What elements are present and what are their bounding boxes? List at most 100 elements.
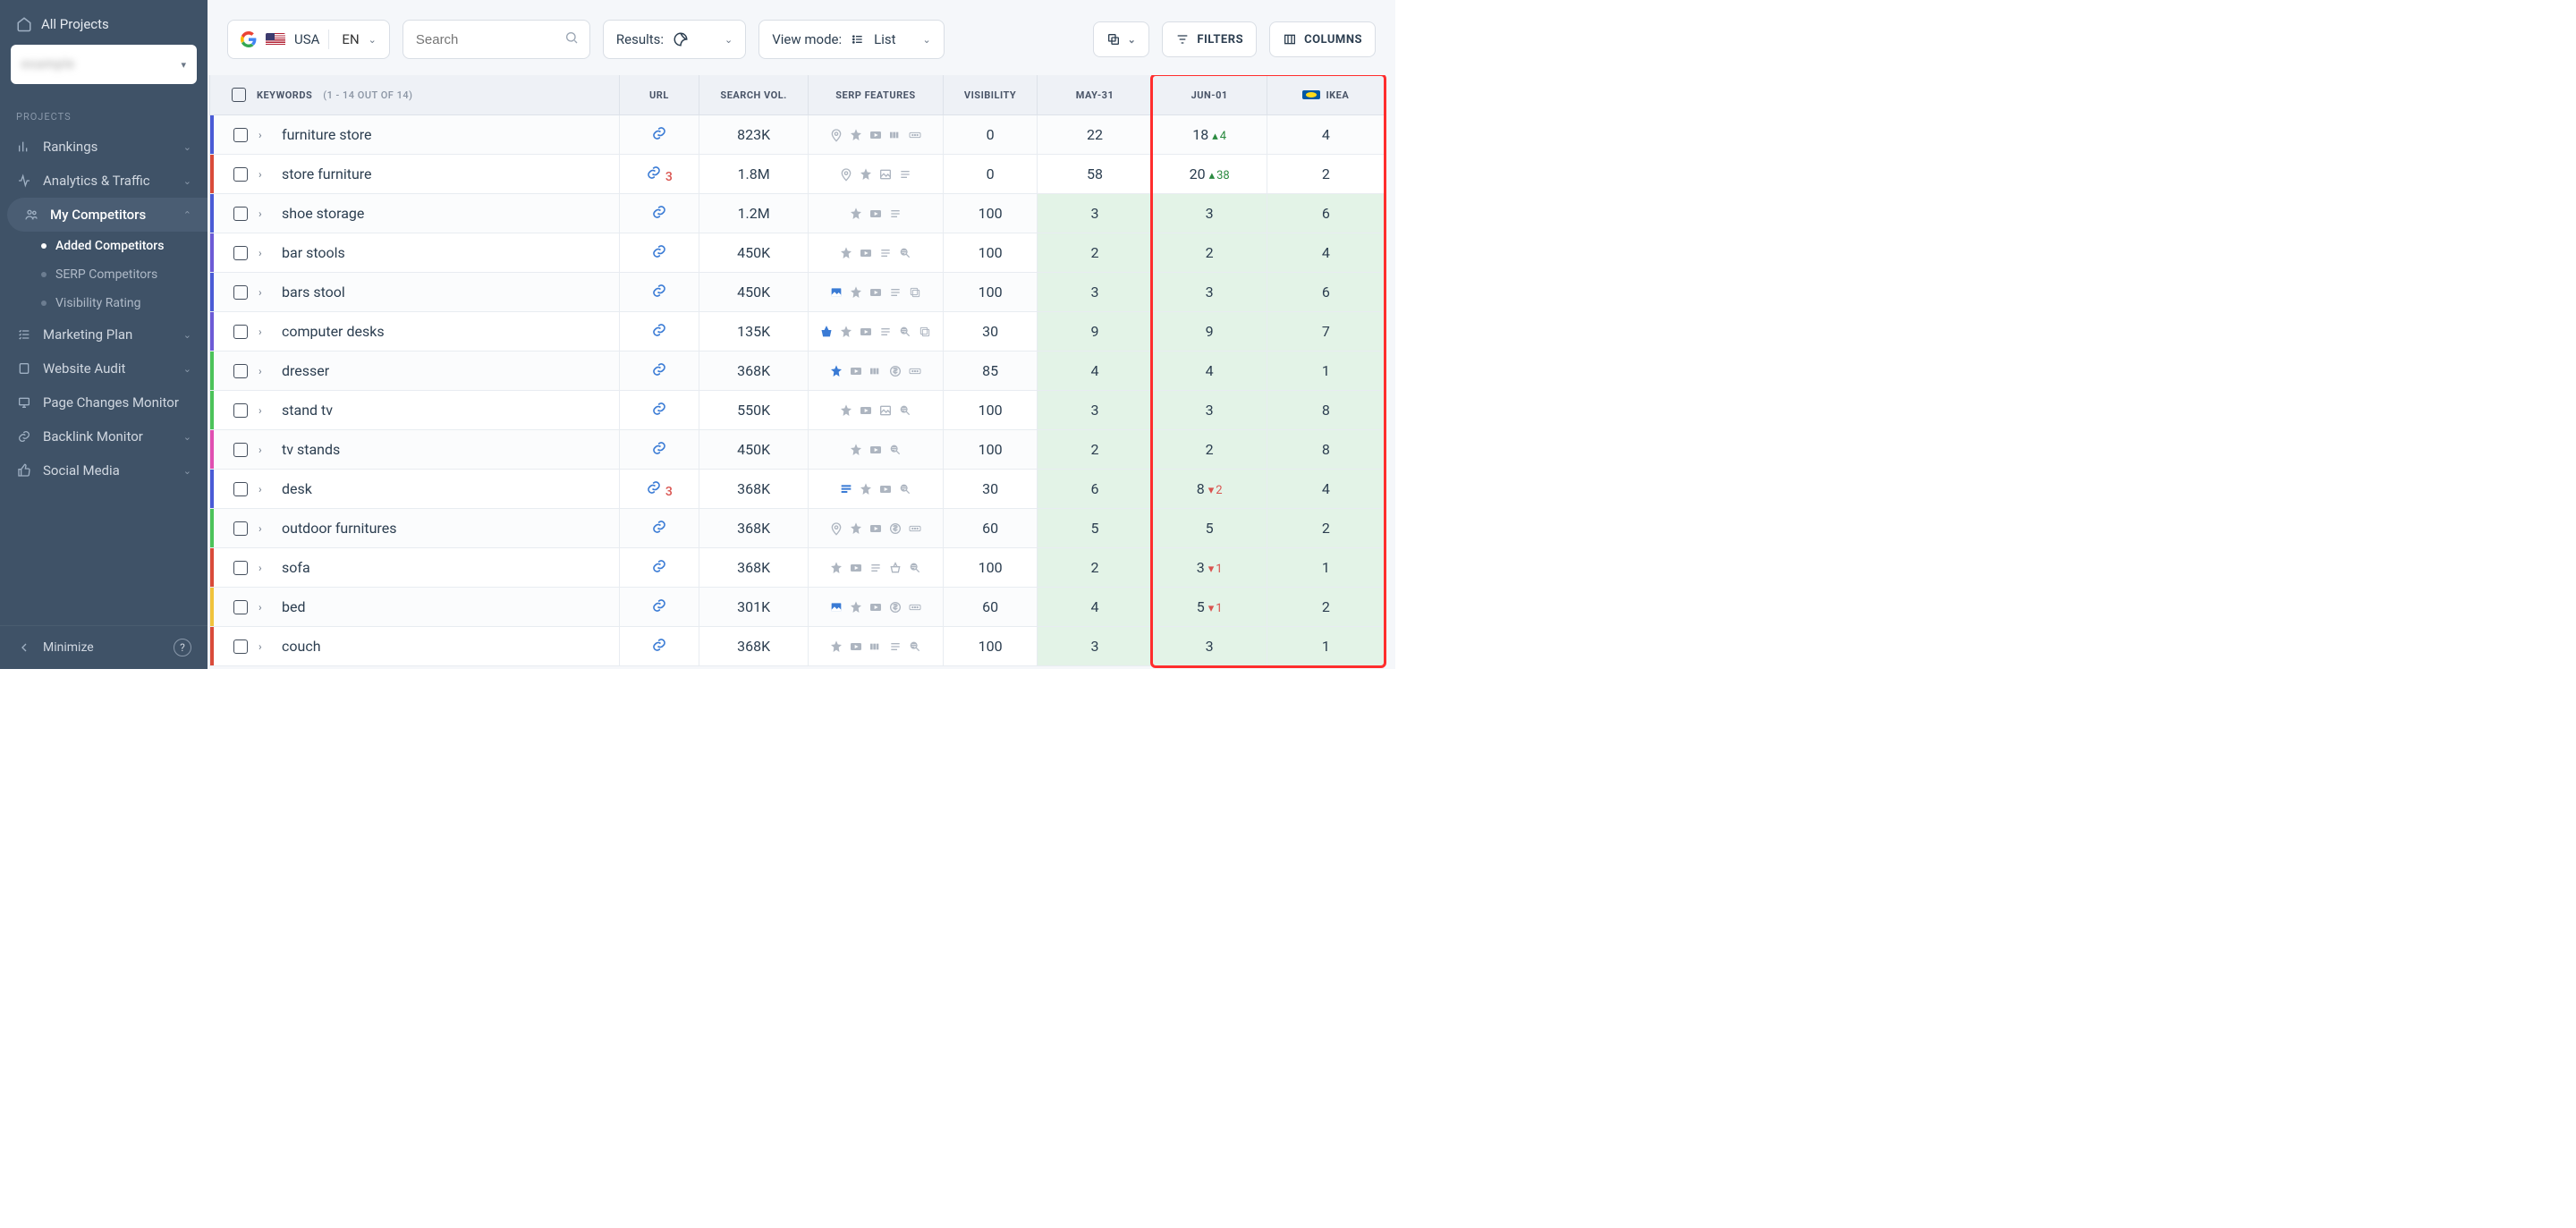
th-visibility[interactable]: VISIBILITY xyxy=(943,75,1038,115)
url-link-icon[interactable] xyxy=(651,401,667,417)
select-all-checkbox[interactable] xyxy=(232,88,246,102)
list-icon xyxy=(851,32,865,47)
sub-visibility-rating[interactable]: Visibility Rating xyxy=(27,289,208,318)
url-link-icon[interactable] xyxy=(646,479,662,495)
url-link-icon[interactable] xyxy=(651,125,667,141)
url-link-icon[interactable] xyxy=(651,440,667,456)
row-checkbox[interactable] xyxy=(233,639,248,654)
row-checkbox[interactable] xyxy=(233,482,248,496)
row-checkbox[interactable] xyxy=(233,403,248,418)
filter-icon xyxy=(1175,32,1190,47)
expand-icon[interactable]: › xyxy=(258,207,271,220)
search-input[interactable] xyxy=(416,21,577,58)
expand-icon[interactable]: › xyxy=(258,286,271,299)
row-checkbox[interactable] xyxy=(233,285,248,300)
row-checkbox[interactable] xyxy=(233,600,248,614)
competitor-rank: 4 xyxy=(1267,233,1385,273)
url-link-icon[interactable] xyxy=(651,243,667,259)
arrow-left-icon[interactable] xyxy=(16,639,32,656)
visibility: 60 xyxy=(943,509,1038,548)
th-url[interactable]: URL xyxy=(619,75,699,115)
featured-blue-icon xyxy=(839,482,853,496)
nav-page-changes[interactable]: Page Changes Monitor xyxy=(0,385,208,419)
chevron-down-icon: ⌄ xyxy=(183,141,191,153)
viewmode-dropdown[interactable]: View mode: List ⌄ xyxy=(758,20,945,59)
keyword-text: desk xyxy=(282,480,312,497)
help-icon[interactable]: ? xyxy=(174,639,191,656)
nav-rankings[interactable]: Rankings ⌄ xyxy=(0,130,208,164)
nav-marketing-plan[interactable]: Marketing Plan ⌄ xyxy=(0,318,208,351)
url-link-icon[interactable] xyxy=(651,637,667,653)
expand-icon[interactable]: › xyxy=(258,247,271,259)
columns-label: COLUMNS xyxy=(1304,33,1362,47)
project-selector[interactable]: example ▾ xyxy=(11,45,197,84)
th-serp[interactable]: SERP FEATURES xyxy=(808,75,943,115)
expand-icon[interactable]: › xyxy=(258,404,271,417)
th-date1[interactable]: MAY-31 xyxy=(1037,75,1151,115)
search-volume: 301K xyxy=(699,588,808,627)
nav-analytics[interactable]: Analytics & Traffic ⌄ xyxy=(0,164,208,198)
url-link-icon[interactable] xyxy=(651,204,667,220)
video-icon xyxy=(859,325,873,339)
nav-social-media[interactable]: Social Media ⌄ xyxy=(0,453,208,487)
row-checkbox[interactable] xyxy=(233,128,248,142)
expand-icon[interactable]: › xyxy=(258,562,271,574)
th-keywords[interactable]: KEYWORDS (1 - 14 OUT OF 14) xyxy=(209,75,619,115)
expand-icon[interactable]: › xyxy=(258,640,271,653)
sub-serp-competitors[interactable]: SERP Competitors xyxy=(27,260,208,289)
url-link-icon[interactable] xyxy=(646,165,662,181)
chevron-down-icon: ⌄ xyxy=(724,34,733,46)
rank-jun01: 3 xyxy=(1152,273,1267,312)
more-icon xyxy=(908,600,922,614)
expand-icon[interactable]: › xyxy=(258,365,271,377)
url-count-badge: 3 xyxy=(665,485,673,499)
dollar-icon xyxy=(888,521,902,536)
row-checkbox[interactable] xyxy=(233,364,248,378)
serp-features xyxy=(809,482,943,496)
th-date2[interactable]: JUN-01 xyxy=(1152,75,1267,115)
expand-icon[interactable]: › xyxy=(258,168,271,181)
row-checkbox[interactable] xyxy=(233,207,248,221)
url-link-icon[interactable] xyxy=(651,361,667,377)
row-checkbox[interactable] xyxy=(233,561,248,575)
dot-icon xyxy=(41,301,47,306)
columns-button[interactable]: COLUMNS xyxy=(1269,21,1376,57)
url-link-icon[interactable] xyxy=(651,283,667,299)
search-volume: 368K xyxy=(699,627,808,666)
nav-competitors[interactable]: My Competitors ⌃ xyxy=(7,198,208,232)
url-link-icon[interactable] xyxy=(651,519,667,535)
url-link-icon[interactable] xyxy=(651,597,667,614)
expand-icon[interactable]: › xyxy=(258,522,271,535)
row-checkbox[interactable] xyxy=(233,246,248,260)
copy-icon xyxy=(1106,32,1121,47)
copy-button[interactable]: ⌄ xyxy=(1093,21,1150,57)
toolbar: USA EN ⌄ Results: ⌄ View mode: List ⌄ xyxy=(208,0,1395,75)
expand-icon[interactable]: › xyxy=(258,444,271,456)
url-link-icon[interactable] xyxy=(651,558,667,574)
row-checkbox[interactable] xyxy=(233,167,248,182)
expand-icon[interactable]: › xyxy=(258,483,271,495)
country-selector[interactable]: USA EN ⌄ xyxy=(227,20,390,59)
results-dropdown[interactable]: Results: ⌄ xyxy=(603,20,746,59)
minimize-label[interactable]: Minimize xyxy=(43,640,94,655)
visibility: 85 xyxy=(943,351,1038,391)
expand-icon[interactable]: › xyxy=(258,601,271,614)
th-competitor[interactable]: IKEA xyxy=(1267,75,1385,115)
nav-backlink-monitor[interactable]: Backlink Monitor ⌄ xyxy=(0,419,208,453)
expand-icon[interactable]: › xyxy=(258,129,271,141)
nav-website-audit[interactable]: Website Audit ⌄ xyxy=(0,351,208,385)
lines-icon xyxy=(869,561,883,575)
sub-added-competitors[interactable]: Added Competitors xyxy=(27,232,208,260)
url-link-icon[interactable] xyxy=(651,322,667,338)
visibility: 100 xyxy=(943,430,1038,470)
star-icon xyxy=(849,285,863,300)
all-projects-link[interactable]: All Projects xyxy=(11,13,197,45)
row-checkbox[interactable] xyxy=(233,521,248,536)
expand-icon[interactable]: › xyxy=(258,326,271,338)
row-checkbox[interactable] xyxy=(233,443,248,457)
video-icon xyxy=(859,246,873,260)
filters-button[interactable]: FILTERS xyxy=(1162,21,1257,57)
th-vol[interactable]: SEARCH VOL. xyxy=(699,75,808,115)
row-checkbox[interactable] xyxy=(233,325,248,339)
rank-jun01: 3 xyxy=(1152,627,1267,666)
